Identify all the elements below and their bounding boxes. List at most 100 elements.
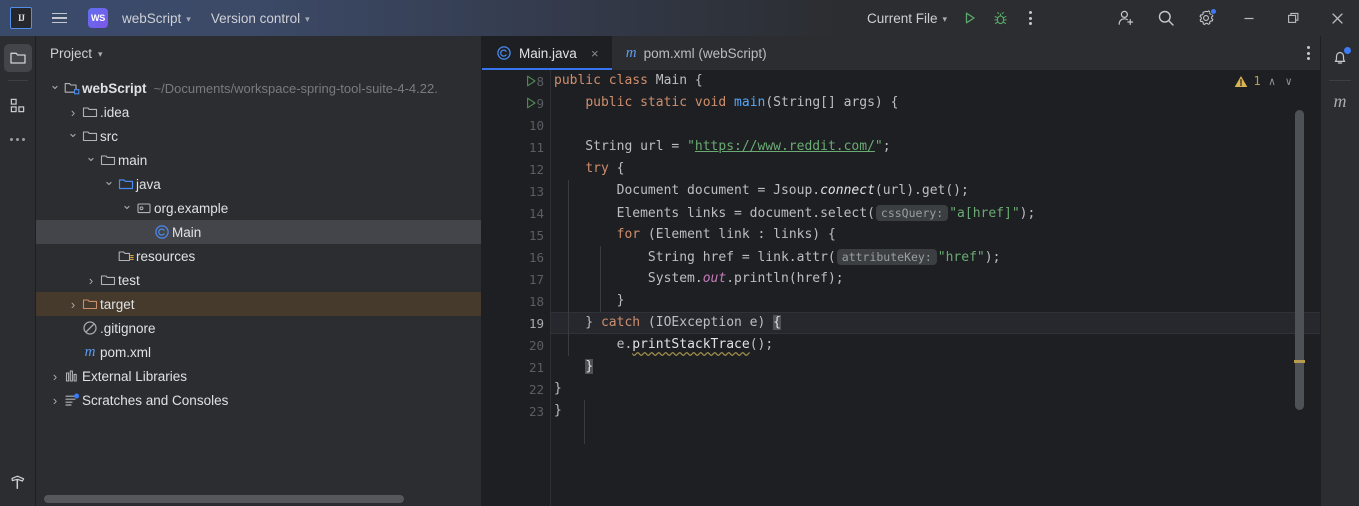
editor-code-content[interactable]: public class Main { public static void m…	[550, 70, 1320, 506]
tree-item-resources[interactable]: resources	[36, 244, 481, 268]
code-token: "a[href]"	[949, 206, 1020, 221]
settings-button[interactable]	[1191, 4, 1221, 32]
search-everywhere-button[interactable]	[1151, 4, 1181, 32]
debug-button[interactable]	[985, 4, 1015, 32]
tree-item-test[interactable]: › test	[36, 268, 481, 292]
chevron-down-icon[interactable]: ⌄	[48, 77, 62, 93]
tree-item-webscript[interactable]: ⌄ webScript ~/Documents/workspace-spring-t…	[36, 76, 481, 100]
maximize-window-button[interactable]	[1271, 0, 1315, 36]
more-run-options-button[interactable]	[1015, 4, 1045, 32]
structure-tool-window-button[interactable]	[4, 91, 32, 119]
gutter-line[interactable]: 17	[482, 268, 550, 290]
project-name-dropdown[interactable]: webScript ▾	[114, 7, 199, 30]
code-line[interactable]: public class Main {	[550, 70, 1320, 92]
tree-item-src[interactable]: ⌄ src	[36, 124, 481, 148]
gutter-line[interactable]: 13	[482, 180, 550, 202]
tree-item-scratches-and-consoles[interactable]: › Scratches and Consoles	[36, 388, 481, 412]
tree-item-pom-xml[interactable]: m pom.xml	[36, 340, 481, 364]
project-tree[interactable]: ⌄ webScript ~/Documents/workspace-spring-t…	[36, 70, 481, 506]
chevron-down-icon[interactable]: ⌄	[120, 197, 134, 213]
gutter-line[interactable]: 9	[482, 92, 550, 114]
chevron-right-icon[interactable]: ›	[48, 393, 62, 408]
code-line[interactable]: try {	[550, 158, 1320, 180]
tree-item-java[interactable]: ⌄ java	[36, 172, 481, 196]
gutter-line[interactable]: 11	[482, 136, 550, 158]
gutter-run-icon[interactable]	[524, 70, 538, 92]
chevron-down-icon[interactable]: ⌄	[84, 149, 98, 165]
gutter-line[interactable]: 18	[482, 290, 550, 312]
build-tool-window-button[interactable]	[4, 472, 32, 500]
minimize-window-button[interactable]	[1227, 0, 1271, 36]
editor-tab-close-icon[interactable]: ×	[588, 46, 602, 61]
gutter-line[interactable]: 20	[482, 334, 550, 356]
version-control-dropdown[interactable]: Version control ▾	[203, 7, 318, 30]
tree-item-external-libraries[interactable]: › External Libraries	[36, 364, 481, 388]
next-problem-button[interactable]: ∨	[1283, 75, 1294, 88]
tree-item-main[interactable]: ⌄ main	[36, 148, 481, 172]
previous-problem-button[interactable]: ∧	[1267, 75, 1278, 88]
code-line[interactable]: }	[550, 400, 1320, 422]
code-line[interactable]: }	[550, 356, 1320, 378]
gutter-line[interactable]: 16	[482, 246, 550, 268]
tree-item-target[interactable]: › target	[36, 292, 481, 316]
gutter-run-icon[interactable]	[524, 92, 538, 114]
tree-item-org-example[interactable]: ⌄ org.example	[36, 196, 481, 220]
close-window-button[interactable]	[1315, 0, 1359, 36]
tree-item-main[interactable]: Main	[36, 220, 481, 244]
editor-warning-marker[interactable]	[1294, 360, 1305, 363]
chevron-right-icon[interactable]: ›	[48, 369, 62, 384]
main-menu-icon[interactable]	[44, 4, 74, 32]
chevron-right-icon[interactable]: ›	[66, 105, 80, 120]
gutter-line[interactable]: 19	[482, 312, 550, 334]
code-token: public	[585, 95, 641, 110]
code-line[interactable]	[550, 114, 1320, 136]
code-line[interactable]: e.printStackTrace();	[550, 334, 1320, 356]
code-line[interactable]: }	[550, 378, 1320, 400]
gutter-line[interactable]: 21	[482, 356, 550, 378]
project-tree-hscrollbar[interactable]	[36, 492, 481, 506]
code-editor[interactable]: 8 9 10 11 12 13 14 15 16 17 18 19 20 21 22 23 public cl…	[482, 70, 1320, 506]
tree-item-idea[interactable]: › .idea	[36, 100, 481, 124]
code-line[interactable]: for (Element link : links) {	[550, 224, 1320, 246]
chevron-down-icon[interactable]: ⌄	[66, 125, 80, 141]
editor-tab-pom-xml-webscript[interactable]: m pom.xml (webScript)	[612, 36, 777, 70]
notifications-button[interactable]	[1326, 44, 1354, 72]
code-line[interactable]: System.out.println(href);	[550, 268, 1320, 290]
gutter-line[interactable]: 15	[482, 224, 550, 246]
code-line[interactable]: } catch (IOException e) {	[550, 312, 1320, 334]
gutter-line[interactable]: 23	[482, 400, 550, 422]
editor-gutter[interactable]: 8 9 10 11 12 13 14 15 16 17 18 19 20 21 22 23	[482, 70, 550, 506]
code-line[interactable]: String href = link.attr(attributeKey: "hr…	[550, 246, 1320, 268]
editor-options-icon[interactable]	[1307, 46, 1310, 60]
maven-tool-window-button[interactable]: m	[1334, 91, 1347, 112]
account-button[interactable]	[1111, 4, 1141, 32]
run-configuration-selector[interactable]: Current File ▾	[859, 7, 955, 30]
code-line[interactable]: String url = "https://www.reddit.com/";	[550, 136, 1320, 158]
code-token: "	[687, 139, 695, 154]
gutter-line[interactable]: 12	[482, 158, 550, 180]
gutter-line[interactable]: 8	[482, 70, 550, 92]
project-tool-window-button[interactable]	[3, 44, 32, 72]
gutter-line[interactable]: 14	[482, 202, 550, 224]
project-tree-hscrollbar-thumb[interactable]	[44, 495, 404, 503]
code-line[interactable]: Document document = Jsoup.connect(url).g…	[550, 180, 1320, 202]
editor-vscrollbar-thumb[interactable]	[1295, 110, 1304, 410]
more-tool-windows-button[interactable]	[4, 125, 32, 153]
code-line[interactable]: public static void main(String[] args) {	[550, 92, 1320, 114]
tree-item-gitignore[interactable]: .gitignore	[36, 316, 481, 340]
run-button[interactable]	[955, 4, 985, 32]
chevron-right-icon[interactable]: ›	[66, 297, 80, 312]
code-token: connect	[820, 183, 875, 198]
project-panel-header[interactable]: Project ▾	[36, 36, 481, 70]
editor-vscrollbar[interactable]	[1292, 70, 1306, 506]
chevron-right-icon[interactable]: ›	[84, 273, 98, 288]
editor-tab-main-java[interactable]: Main.java ×	[482, 36, 612, 70]
code-line[interactable]: Elements links = document.select(cssQuer…	[550, 202, 1320, 224]
inspections-widget[interactable]: 1 ∧ ∨	[1234, 74, 1294, 88]
gutter-line[interactable]: 10	[482, 114, 550, 136]
code-line[interactable]: }	[550, 290, 1320, 312]
tree-item-path: ~/Documents/workspace-spring-tool-suite-…	[153, 80, 438, 96]
indent-guide	[568, 180, 569, 356]
chevron-down-icon[interactable]: ⌄	[102, 173, 116, 189]
gutter-line[interactable]: 22	[482, 378, 550, 400]
